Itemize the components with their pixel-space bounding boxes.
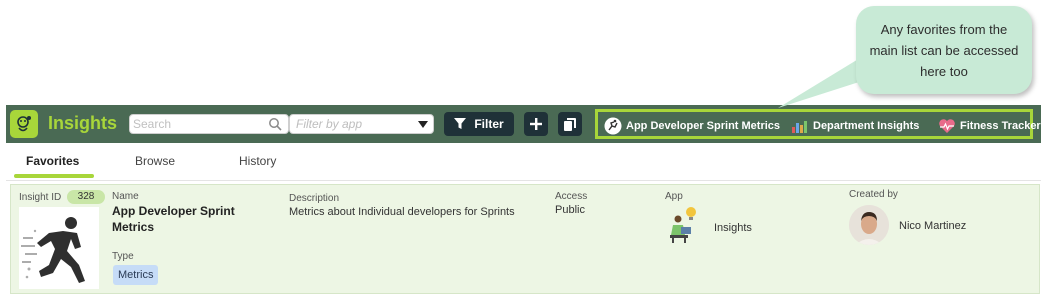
creator-name[interactable]: Nico Martinez	[899, 220, 966, 232]
insight-thumbnail	[19, 207, 99, 289]
tab-browse[interactable]: Browse	[135, 154, 175, 168]
plus-icon	[530, 118, 542, 130]
favorites-callout: Any favorites from the main list can be …	[856, 6, 1032, 94]
type-badge: Metrics	[113, 265, 159, 285]
insight-name[interactable]: App Developer Sprint Metrics	[112, 203, 262, 235]
runner-icon	[604, 117, 622, 135]
favorite-label: App Developer Sprint Metrics	[626, 120, 781, 132]
active-tab-indicator	[14, 174, 94, 178]
avatar[interactable]	[849, 205, 889, 245]
funnel-icon	[454, 118, 467, 129]
chevron-down-icon	[418, 121, 428, 128]
app-header-bar: Insights Filter by app Filter App Develo…	[6, 105, 1041, 143]
search-input[interactable]	[129, 114, 289, 134]
filter-select-placeholder: Filter by app	[296, 117, 363, 131]
tabs-divider	[6, 180, 1041, 181]
filter-button-label: Filter	[474, 117, 504, 131]
tab-favorites[interactable]: Favorites	[26, 154, 79, 168]
filter-button[interactable]: Filter	[444, 112, 514, 136]
search-icon[interactable]	[268, 117, 282, 131]
bar-chart-icon	[791, 117, 809, 135]
app-label: App	[665, 191, 683, 202]
favorites-strip: App Developer Sprint Metrics Department …	[595, 109, 1041, 139]
type-label: Type	[112, 251, 134, 262]
favorite-label: Fitness Tracker	[960, 120, 1041, 132]
heart-pulse-icon	[938, 117, 956, 135]
add-insight-button[interactable]	[524, 112, 548, 136]
favorite-label: Department Insights	[813, 120, 920, 132]
app-title: Insights	[48, 113, 118, 133]
access-label: Access	[555, 191, 588, 202]
name-label: Name	[112, 191, 139, 202]
insight-id-badge: 328	[67, 190, 105, 204]
insight-card[interactable]: Insight ID 328 Name App Developer Sprint…	[10, 184, 1040, 294]
insight-id-label: Insight ID	[19, 192, 62, 203]
copy-button[interactable]	[558, 112, 582, 136]
app-value[interactable]: Insights	[714, 222, 752, 234]
favorite-department-insights[interactable]: Department Insights	[791, 117, 919, 135]
created-by-label: Created by	[849, 189, 898, 200]
favorite-app-developer-sprint-metrics[interactable]: App Developer Sprint Metrics	[604, 117, 780, 135]
sprinter-image-icon	[21, 217, 85, 283]
filter-by-app-select[interactable]: Filter by app	[289, 114, 434, 134]
app-logo[interactable]	[10, 110, 38, 138]
favorite-fitness-tracker[interactable]: Fitness Tracker	[938, 117, 1041, 135]
insight-description: Metrics about Individual developers for …	[289, 206, 515, 218]
access-value: Public	[555, 204, 585, 216]
insights-logo-icon	[17, 116, 31, 132]
insights-app-icon	[670, 207, 696, 243]
callout-text: Any favorites from the main list can be …	[869, 21, 1019, 79]
user-photo-icon	[849, 205, 889, 245]
description-label: Description	[289, 193, 340, 204]
tab-history[interactable]: History	[239, 154, 276, 168]
copy-icon	[564, 117, 576, 131]
